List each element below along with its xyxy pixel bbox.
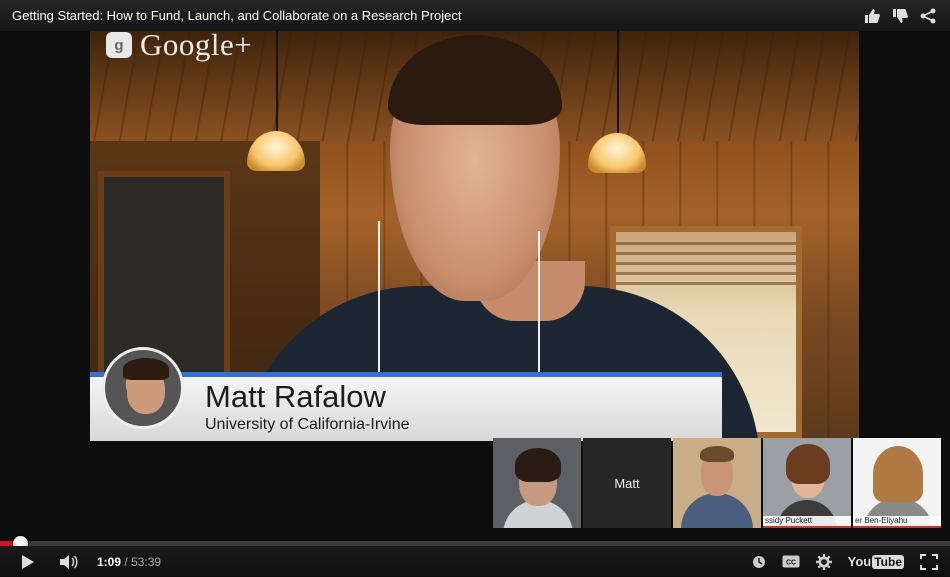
lamp-cord bbox=[617, 31, 619, 133]
fullscreen-icon[interactable] bbox=[920, 553, 938, 570]
youtube-logo-you: You bbox=[847, 554, 872, 569]
time-display: 1:09 / 53:39 bbox=[97, 555, 161, 569]
youtube-logo-tube: Tube bbox=[872, 554, 904, 569]
lamp-cord bbox=[276, 31, 278, 131]
volume-icon[interactable] bbox=[59, 554, 79, 570]
participant-name-label: Matt bbox=[614, 475, 640, 491]
thumbs-down-icon[interactable] bbox=[892, 8, 908, 24]
share-icon[interactable] bbox=[920, 8, 936, 24]
video-player[interactable]: Getting Started: How to Fund, Launch, an… bbox=[0, 0, 950, 577]
time-separator: / bbox=[124, 554, 128, 569]
right-controls: CC You Tube bbox=[752, 553, 938, 570]
participant-thumb[interactable] bbox=[673, 438, 761, 528]
participant-thumb[interactable]: er Ben-Eliyahu bbox=[853, 438, 941, 528]
svg-text:CC: CC bbox=[786, 560, 796, 567]
google-plus-watermark: g Google+ bbox=[106, 31, 252, 63]
participant-thumb-name[interactable]: Matt bbox=[583, 438, 671, 528]
title-bar: Getting Started: How to Fund, Launch, an… bbox=[0, 0, 950, 31]
control-bar: 1:09 / 53:39 CC You Tube bbox=[0, 546, 950, 577]
speaker-avatar bbox=[102, 347, 184, 429]
participant-bar bbox=[853, 526, 941, 528]
google-plus-logo: Google+ bbox=[140, 31, 253, 62]
clock-icon[interactable] bbox=[752, 555, 766, 569]
participant-bar bbox=[763, 526, 851, 528]
youtube-logo[interactable]: You Tube bbox=[848, 554, 904, 569]
speaker-affiliation: University of California-Irvine bbox=[205, 416, 410, 433]
play-icon[interactable] bbox=[21, 554, 35, 570]
participant-strip: Matt ssidy Puckett er Ben-Eliyahu bbox=[493, 438, 941, 528]
participant-name-label: ssidy Puckett bbox=[763, 516, 851, 526]
hangouts-icon: g bbox=[106, 32, 132, 58]
participant-thumb[interactable] bbox=[493, 438, 581, 528]
video-cabinet bbox=[98, 171, 230, 383]
thumbs-up-icon[interactable] bbox=[864, 8, 880, 24]
participant-name-label: er Ben-Eliyahu bbox=[853, 516, 941, 526]
cc-icon[interactable]: CC bbox=[782, 555, 800, 568]
speaker-lower-third: Matt Rafalow University of California-Ir… bbox=[90, 347, 722, 441]
duration: 53:39 bbox=[131, 554, 162, 569]
gear-icon[interactable] bbox=[815, 553, 832, 570]
participant-thumb[interactable]: ssidy Puckett bbox=[763, 438, 851, 528]
title-actions bbox=[864, 8, 936, 24]
video-title[interactable]: Getting Started: How to Fund, Launch, an… bbox=[12, 8, 461, 23]
speaker-name: Matt Rafalow bbox=[205, 379, 386, 414]
current-time: 1:09 bbox=[97, 554, 122, 569]
